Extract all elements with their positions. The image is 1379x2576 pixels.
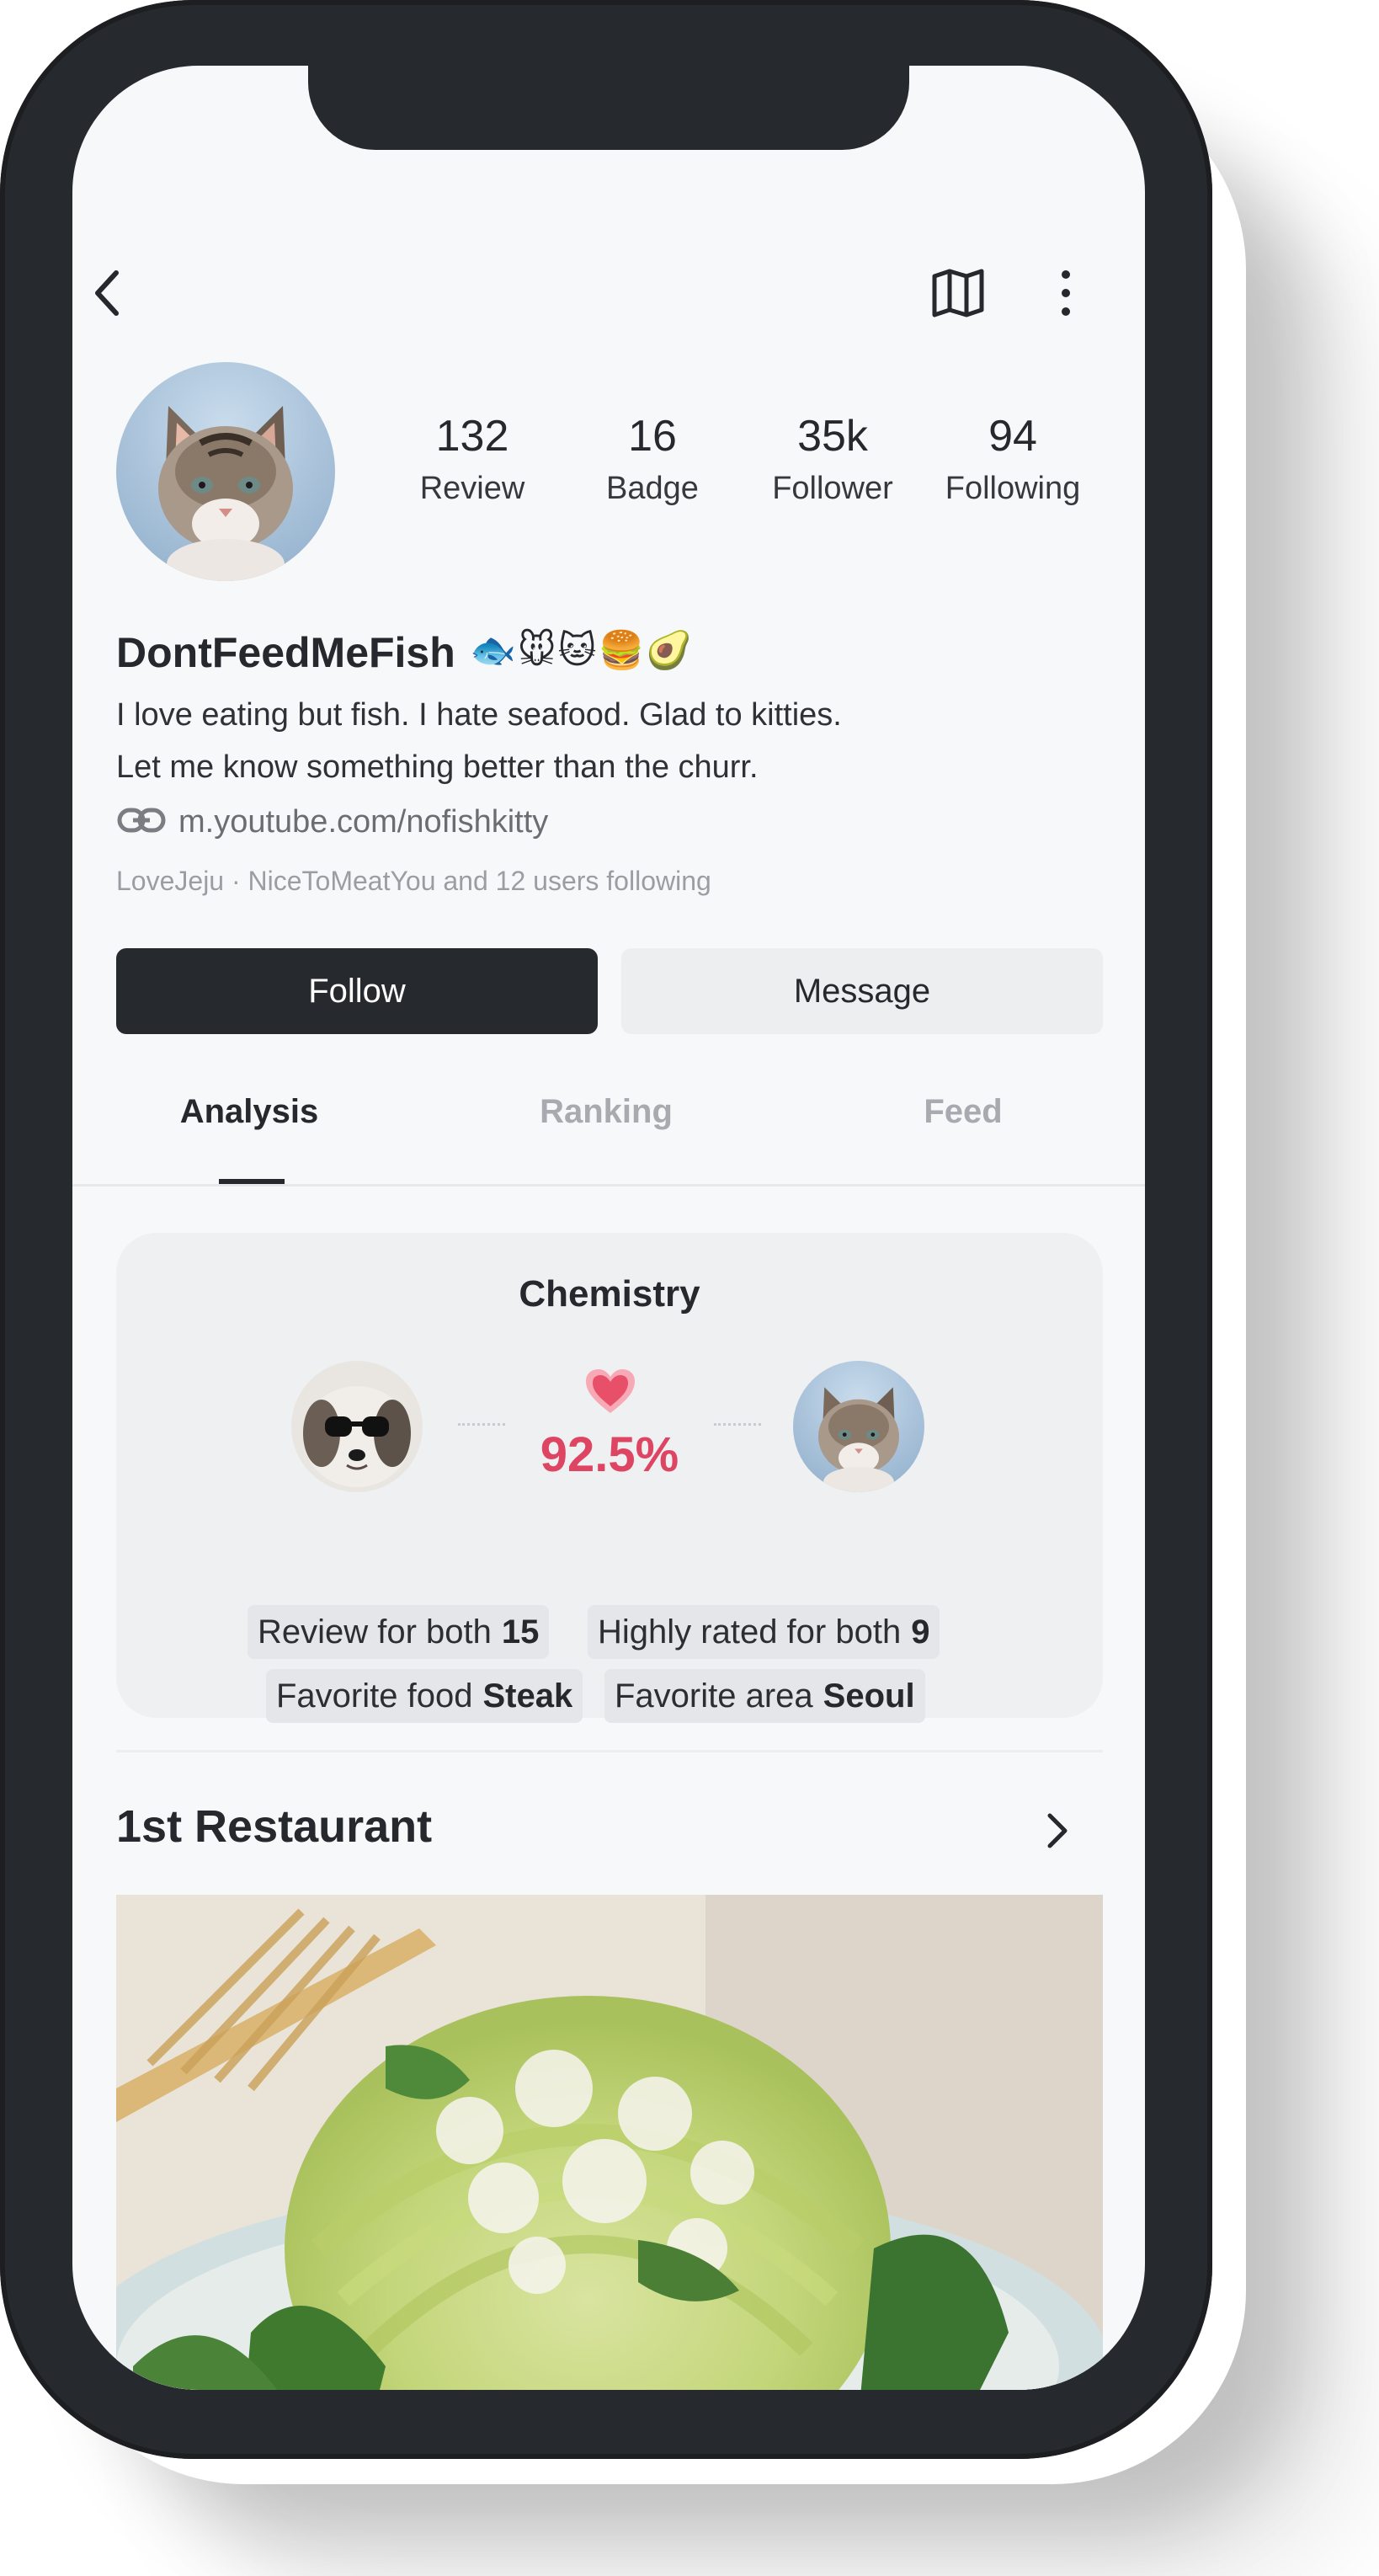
chip-label: Review for both	[258, 1613, 492, 1651]
chip-value: 9	[911, 1613, 930, 1651]
chip-value: Seoul	[823, 1677, 915, 1715]
profile-username: DontFeedMeFish	[116, 629, 455, 676]
map-button[interactable]	[924, 261, 992, 328]
map-icon	[931, 268, 985, 323]
device-notch	[308, 66, 909, 150]
dog-avatar-image	[291, 1361, 423, 1492]
chevron-right-icon	[1045, 1812, 1070, 1853]
chevron-left-icon	[91, 268, 125, 323]
stat-following[interactable]: 94 Following	[924, 411, 1101, 510]
connector-line	[714, 1423, 761, 1426]
follow-button[interactable]: Follow	[116, 948, 598, 1034]
chemistry-card: Chemistry 92.5% Review for both 15 Highl…	[116, 1233, 1103, 1723]
stat-value: 35k	[797, 412, 868, 461]
stat-review[interactable]: 132 Review	[384, 411, 561, 510]
connector-line	[458, 1423, 505, 1426]
tab-feed[interactable]: Feed	[786, 1093, 1140, 1131]
back-button[interactable]	[74, 261, 141, 328]
tab-ranking[interactable]: Ranking	[429, 1093, 783, 1131]
bio-line: I love eating but fish. I hate seafood. …	[116, 697, 842, 733]
chip-review-for-both: Review for both 15	[248, 1605, 550, 1659]
chip-label: Highly rated for both	[598, 1613, 902, 1651]
message-button[interactable]: Message	[621, 948, 1103, 1034]
stat-follower[interactable]: 35k Follower	[744, 411, 921, 510]
chip-value: 15	[501, 1613, 540, 1651]
chemistry-title: Chemistry	[519, 1273, 700, 1315]
stat-label: Badge	[606, 471, 699, 506]
phone-frame: 132 Review 16 Badge 35k Follower 94 Foll…	[0, 0, 1212, 2459]
stat-value: 16	[628, 412, 677, 461]
profile-bio: I love eating but fish. I hate seafood. …	[116, 689, 842, 793]
profile-emojis: 🐟🐭🐱🍔🥑	[470, 630, 695, 671]
heart-icon	[584, 1368, 636, 1419]
section-divider	[116, 1750, 1103, 1752]
more-options-button[interactable]	[1032, 261, 1099, 328]
profile-avatar-small[interactable]	[793, 1361, 924, 1492]
bio-line: Let me know something better than the ch…	[116, 749, 759, 785]
restaurant-photo[interactable]	[116, 1895, 1103, 2390]
stat-label: Review	[419, 471, 525, 506]
chemistry-score: 92.5%	[540, 1427, 679, 1482]
profile-avatar[interactable]	[116, 362, 335, 581]
chip-favorite-area: Favorite area Seoul	[604, 1669, 925, 1723]
tab-analysis[interactable]: Analysis	[72, 1093, 426, 1131]
chip-highly-rated-for-both: Highly rated for both 9	[588, 1605, 940, 1659]
chip-label: Favorite food	[276, 1677, 473, 1715]
chip-label: Favorite area	[615, 1677, 813, 1715]
cat-avatar-image	[158, 406, 293, 581]
chip-value: Steak	[482, 1677, 573, 1715]
stat-label: Follower	[772, 471, 893, 506]
tab-divider	[72, 1184, 1145, 1187]
cat-avatar-image	[818, 1387, 899, 1492]
stat-label: Following	[945, 471, 1081, 506]
chip-favorite-food: Favorite food Steak	[266, 1669, 583, 1723]
food-image	[116, 1895, 1103, 2390]
link-icon	[116, 803, 167, 841]
link-text: m.youtube.com/nofishkitty	[178, 804, 549, 840]
stat-value: 94	[988, 412, 1037, 461]
mutual-following-note[interactable]: LoveJeju · NiceToMeatYou and 12 users fo…	[116, 866, 711, 897]
app-screen: 132 Review 16 Badge 35k Follower 94 Foll…	[72, 66, 1145, 2390]
stat-badge[interactable]: 16 Badge	[564, 411, 741, 510]
viewer-avatar[interactable]	[291, 1361, 423, 1492]
section-title: 1st Restaurant	[116, 1801, 433, 1852]
profile-link[interactable]: m.youtube.com/nofishkitty	[116, 803, 548, 841]
restaurant-more-button[interactable]	[1024, 1799, 1091, 1866]
stat-value: 132	[435, 412, 509, 461]
more-vertical-icon	[1057, 268, 1074, 323]
